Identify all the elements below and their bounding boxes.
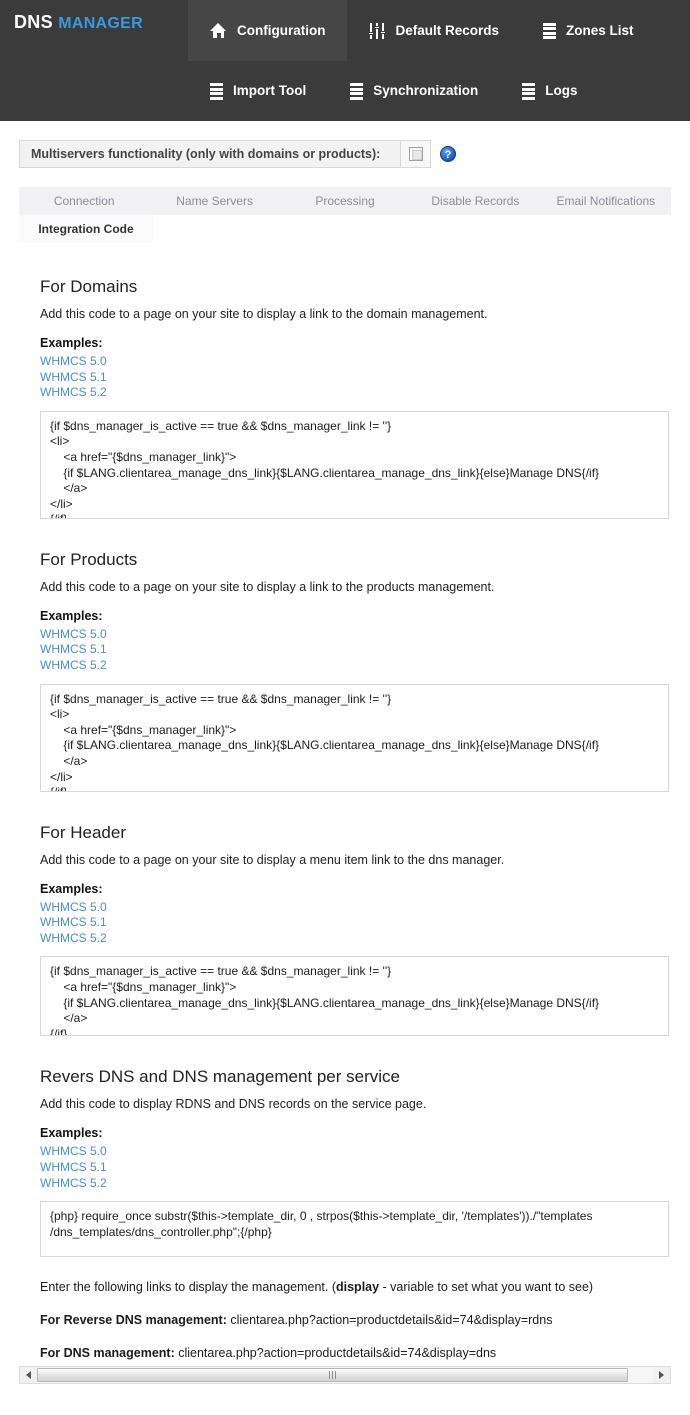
server-icon bbox=[522, 83, 536, 100]
example-link-whmcs-50[interactable]: WHMCS 5.0 bbox=[40, 900, 671, 916]
section-description: Add this code to a page on your site to … bbox=[40, 307, 488, 321]
tab-integration-code[interactable]: Integration Code bbox=[19, 215, 153, 243]
server-icon bbox=[210, 83, 223, 100]
server-icon bbox=[543, 22, 557, 40]
section-title: For Domains bbox=[40, 277, 138, 296]
examples-label: Examples: bbox=[40, 881, 103, 896]
tab-row-primary: Connection Name Servers Processing Disab… bbox=[19, 187, 672, 215]
section-for-domains: For Domains Add this code to a page on y… bbox=[19, 277, 671, 519]
help-icon[interactable]: ? bbox=[440, 146, 456, 162]
footer-note-suffix: - variable to set what you want to see) bbox=[379, 1280, 594, 1295]
multiservers-checkbox-cell[interactable] bbox=[400, 141, 430, 167]
scroll-right-arrow-icon[interactable] bbox=[653, 1367, 670, 1383]
dns-value: clientarea.php?action=productdetails&id=… bbox=[174, 1346, 497, 1361]
dns-label: For DNS management: bbox=[40, 1346, 175, 1361]
reverse-dns-value: clientarea.php?action=productdetails&id=… bbox=[226, 1313, 553, 1328]
multiservers-checkbox[interactable] bbox=[408, 147, 423, 161]
scrollbar-thumb[interactable] bbox=[37, 1368, 629, 1382]
tab-processing[interactable]: Processing bbox=[279, 187, 411, 215]
tab-email-notifications[interactable]: Email Notifications bbox=[540, 187, 672, 215]
examples-label: Examples: bbox=[40, 608, 103, 623]
section-title: Revers DNS and DNS management per servic… bbox=[40, 1067, 400, 1087]
section-description: Add this code to a page on your site to … bbox=[40, 579, 495, 594]
brand-secondary: MANAGER bbox=[58, 15, 143, 32]
app-logo: DNS MANAGER bbox=[14, 11, 143, 35]
nav-row-secondary: Import Tool Synchronization Logs bbox=[0, 61, 690, 121]
scroll-left-arrow-icon[interactable] bbox=[20, 1367, 37, 1383]
example-link-whmcs-52[interactable]: WHMCS 5.2 bbox=[40, 385, 671, 401]
code-textarea-header[interactable]: {if $dns_manager_is_active == true && $d… bbox=[40, 956, 669, 1037]
example-links: WHMCS 5.0 WHMCS 5.1 WHMCS 5.2 bbox=[40, 1144, 671, 1191]
tab-connection[interactable]: Connection bbox=[19, 187, 150, 215]
section-reverse-dns: Revers DNS and DNS management per servic… bbox=[19, 1067, 671, 1258]
tab-row-secondary: Integration Code bbox=[19, 215, 671, 243]
nav-item-import-tool[interactable]: Import Tool bbox=[188, 61, 328, 121]
nav-label-synchronization: Synchronization bbox=[373, 83, 479, 99]
nav-label-zones-list: Zones List bbox=[566, 22, 634, 38]
example-link-whmcs-52[interactable]: WHMCS 5.2 bbox=[40, 931, 671, 947]
multiservers-bar: Multiservers functionality (only with do… bbox=[19, 140, 431, 168]
footer-note: Enter the following links to display the… bbox=[40, 1279, 671, 1295]
settings-tabs: Connection Name Servers Processing Disab… bbox=[19, 187, 672, 243]
code-textarea-products[interactable]: {if $dns_manager_is_active == true && $d… bbox=[40, 683, 669, 792]
section-title: For Products bbox=[40, 549, 138, 569]
example-links: WHMCS 5.0 WHMCS 5.1 WHMCS 5.2 bbox=[40, 354, 671, 401]
section-for-header: For Header Add this code to a page on yo… bbox=[19, 823, 671, 1037]
section-title: For Header bbox=[40, 822, 126, 842]
nav-label-configuration: Configuration bbox=[237, 22, 326, 38]
brand-primary: DNS bbox=[14, 12, 53, 32]
example-link-whmcs-50[interactable]: WHMCS 5.0 bbox=[40, 627, 671, 643]
example-link-whmcs-51[interactable]: WHMCS 5.1 bbox=[40, 642, 671, 658]
page-root: DNS MANAGER Configuration Default Record… bbox=[0, 0, 690, 1415]
sliders-icon bbox=[368, 22, 387, 39]
example-link-whmcs-50[interactable]: WHMCS 5.0 bbox=[40, 1144, 671, 1160]
scrollbar-grip-icon bbox=[328, 1371, 337, 1379]
dns-link-line: For DNS management: clientarea.php?actio… bbox=[40, 1345, 671, 1361]
example-links: WHMCS 5.0 WHMCS 5.1 WHMCS 5.2 bbox=[40, 900, 671, 947]
tab-name-servers[interactable]: Name Servers bbox=[149, 187, 280, 215]
nav-item-synchronization[interactable]: Synchronization bbox=[328, 61, 500, 121]
horizontal-scrollbar[interactable] bbox=[19, 1366, 671, 1384]
example-link-whmcs-50[interactable]: WHMCS 5.0 bbox=[40, 354, 671, 370]
nav-item-zones-list[interactable]: Zones List bbox=[521, 0, 656, 61]
page-body: Multiservers functionality (only with do… bbox=[0, 140, 690, 1362]
example-link-whmcs-52[interactable]: WHMCS 5.2 bbox=[40, 658, 671, 674]
example-link-whmcs-52[interactable]: WHMCS 5.2 bbox=[40, 1176, 671, 1192]
footer-note-bold: display bbox=[336, 1280, 380, 1295]
examples-label: Examples: bbox=[40, 336, 103, 350]
example-links: WHMCS 5.0 WHMCS 5.1 WHMCS 5.2 bbox=[40, 627, 671, 674]
nav-item-configuration[interactable]: Configuration bbox=[188, 0, 348, 61]
multiservers-label: Multiservers functionality (only with do… bbox=[31, 147, 381, 161]
multiservers-panel: Multiservers functionality (only with do… bbox=[19, 140, 671, 168]
reverse-dns-link-line: For Reverse DNS management: clientarea.p… bbox=[40, 1312, 671, 1328]
reverse-dns-label: For Reverse DNS management: bbox=[40, 1313, 227, 1328]
nav-label-logs: Logs bbox=[545, 83, 578, 99]
nav-item-default-records[interactable]: Default Records bbox=[347, 0, 521, 61]
section-for-products: For Products Add this code to a page on … bbox=[19, 550, 671, 792]
section-description: Add this code to display RDNS and DNS re… bbox=[40, 1097, 427, 1112]
integration-code-content: For Domains Add this code to a page on y… bbox=[19, 243, 671, 1361]
example-link-whmcs-51[interactable]: WHMCS 5.1 bbox=[40, 370, 671, 386]
nav-label-import-tool: Import Tool bbox=[233, 83, 307, 99]
scrollbar-track[interactable] bbox=[37, 1367, 653, 1383]
tab-disable-records[interactable]: Disable Records bbox=[410, 187, 541, 215]
top-navigation: DNS MANAGER Configuration Default Record… bbox=[0, 0, 690, 121]
section-description: Add this code to a page on your site to … bbox=[40, 852, 505, 867]
code-textarea-domains[interactable]: {if $dns_manager_is_active == true && $d… bbox=[40, 410, 669, 519]
example-link-whmcs-51[interactable]: WHMCS 5.1 bbox=[40, 915, 671, 931]
footer-note-prefix: Enter the following links to display the… bbox=[40, 1280, 336, 1295]
nav-item-logs[interactable]: Logs bbox=[500, 61, 599, 121]
example-link-whmcs-51[interactable]: WHMCS 5.1 bbox=[40, 1160, 671, 1176]
home-icon bbox=[210, 23, 227, 38]
examples-label: Examples: bbox=[40, 1126, 103, 1141]
server-icon bbox=[350, 83, 364, 100]
code-textarea-rdns[interactable]: {php} require_once substr($this->templat… bbox=[40, 1201, 669, 1258]
nav-label-default-records: Default Records bbox=[395, 22, 500, 38]
